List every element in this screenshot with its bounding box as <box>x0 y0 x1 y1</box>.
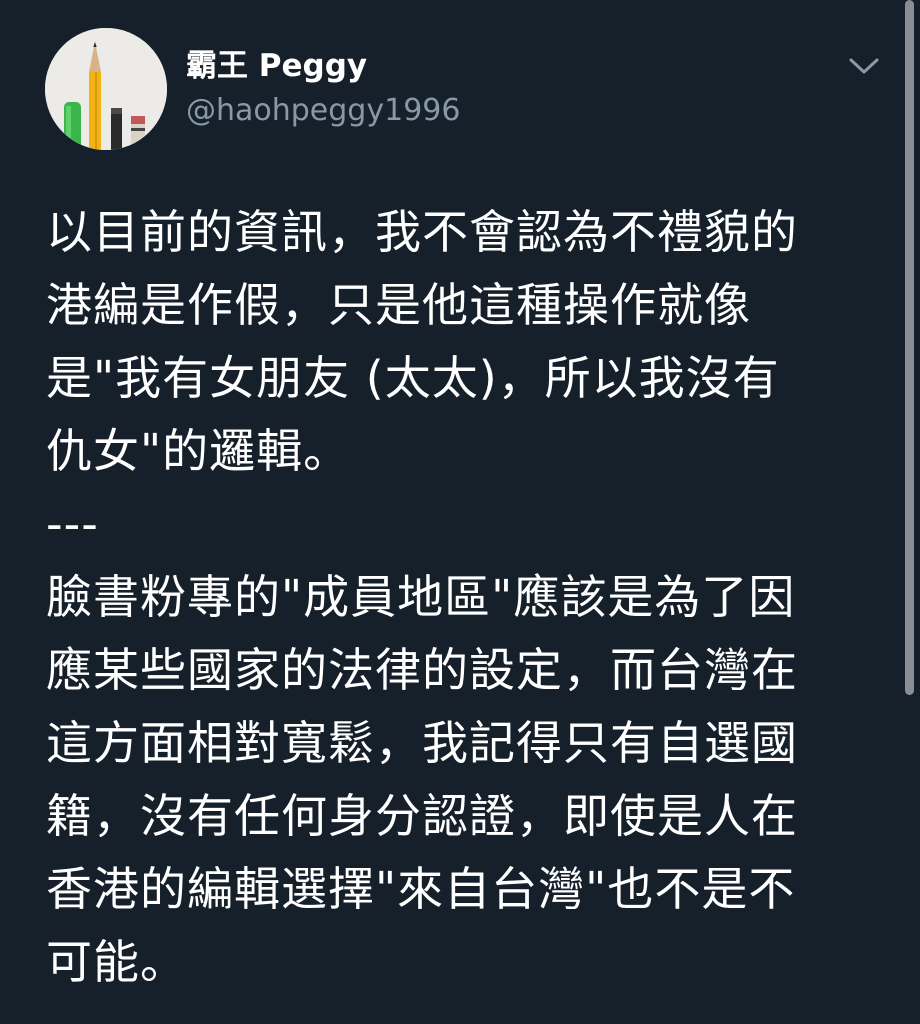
tweet-text-line: 是"我有女朋友 (太太)，所以我沒有 <box>46 351 780 405</box>
tweet-text-line: 這方面相對寬鬆，我記得只有自選國 <box>46 716 798 770</box>
tweet-text-line: 港編是作假，只是他這種操作就像 <box>46 278 751 332</box>
scrollbar[interactable] <box>905 0 914 695</box>
pencils-avatar-image <box>45 28 167 150</box>
tweet-text: 以目前的資訊，我不會認為不禮貌的 港編是作假，只是他這種操作就像 是"我有女朋友… <box>46 196 886 999</box>
tweet-text-line: 可能。 <box>46 935 187 989</box>
author-handle[interactable]: @haohpeggy1996 <box>186 92 460 130</box>
tweet-card: 霸王 Peggy @haohpeggy1996 以目前的資訊，我不會認為不禮貌的… <box>0 0 920 1024</box>
tweet-text-line: 香港的編輯選擇"來自台灣"也不是不 <box>46 862 796 916</box>
author-display-name[interactable]: 霸王 Peggy <box>186 46 367 86</box>
tweet-text-line: 以目前的資訊，我不會認為不禮貌的 <box>46 205 798 259</box>
author-avatar[interactable] <box>45 28 167 150</box>
tweet-text-line: 仇女"的邏輯。 <box>46 424 351 478</box>
tweet-text-line: 籍，沒有任何身分認證，即使是人在 <box>46 789 798 843</box>
tweet-text-divider: --- <box>46 497 99 551</box>
chevron-down-icon[interactable] <box>846 52 882 80</box>
tweet-text-line: 臉書粉專的"成員地區"應該是為了因 <box>46 570 796 624</box>
tweet-text-line: 應某些國家的法律的設定，而台灣在 <box>46 643 798 697</box>
